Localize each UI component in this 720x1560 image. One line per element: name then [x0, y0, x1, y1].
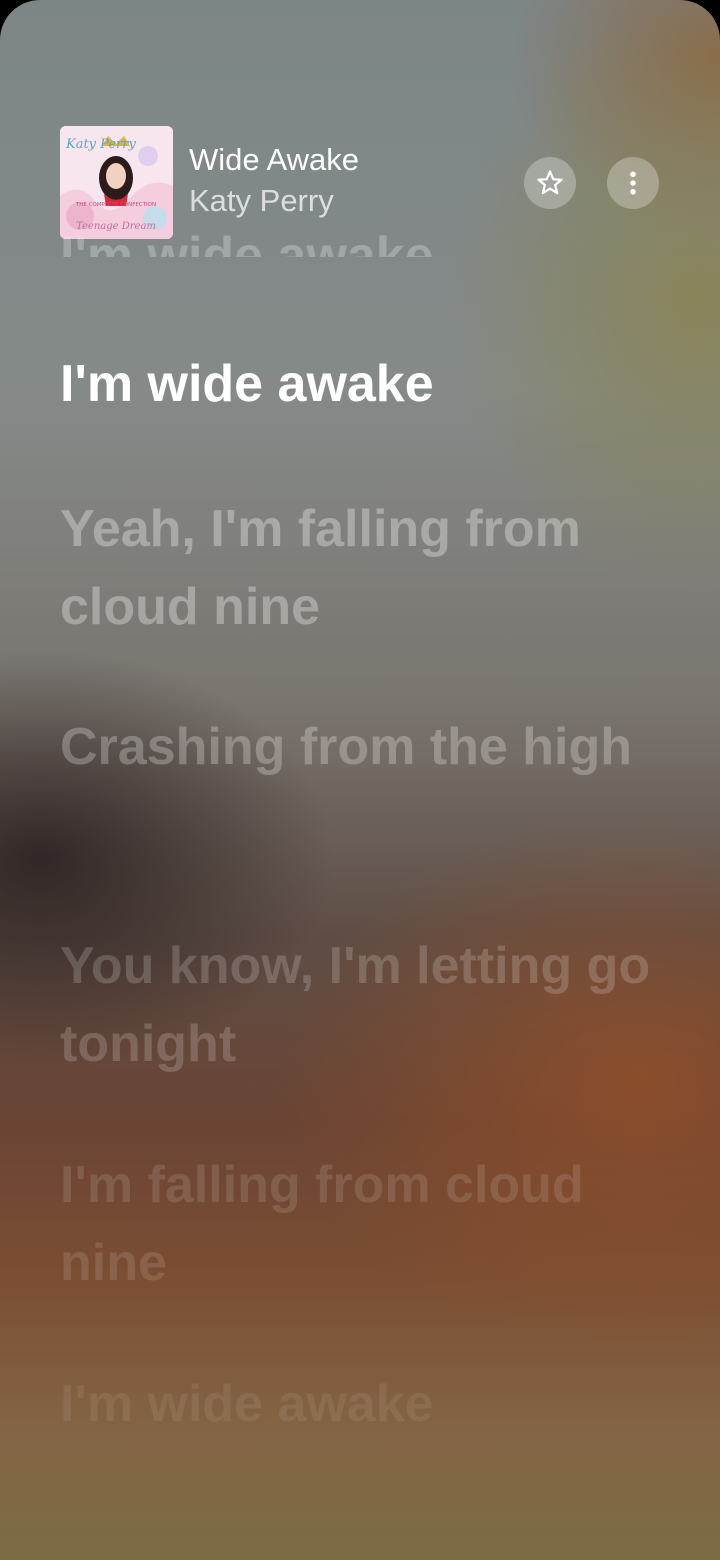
lyric-line[interactable]: Crashing from the high	[60, 708, 660, 786]
album-art-image: Katy Perry THE COMPLETE CONFECTION Teena…	[60, 126, 173, 239]
more-options-button[interactable]	[607, 157, 659, 209]
album-art-artist-text: Katy Perry	[65, 137, 136, 152]
album-art-edition-text: THE COMPLETE CONFECTION	[75, 202, 156, 208]
song-artist[interactable]: Katy Perry	[189, 183, 334, 219]
lyrics-screen: Katy Perry THE COMPLETE CONFECTION Teena…	[0, 0, 720, 1560]
star-icon	[537, 170, 563, 195]
lyric-line[interactable]: You know, I'm letting go tonight	[60, 927, 660, 1083]
lyric-line-previous[interactable]: I'm wide awake	[60, 230, 434, 257]
favorite-button[interactable]	[524, 157, 576, 209]
more-vertical-icon	[630, 171, 636, 195]
album-art[interactable]: Katy Perry THE COMPLETE CONFECTION Teena…	[60, 126, 173, 239]
song-title[interactable]: Wide Awake	[189, 142, 359, 178]
lyric-line[interactable]: Yeah, I'm falling from cloud nine	[60, 490, 660, 646]
lyric-line[interactable]: I'm falling from cloud nine	[60, 1146, 660, 1302]
lyric-line[interactable]: I'm wide awake	[60, 1365, 660, 1443]
now-playing-header: Katy Perry THE COMPLETE CONFECTION Teena…	[60, 126, 660, 240]
lyric-line-current[interactable]: I'm wide awake	[60, 345, 660, 423]
